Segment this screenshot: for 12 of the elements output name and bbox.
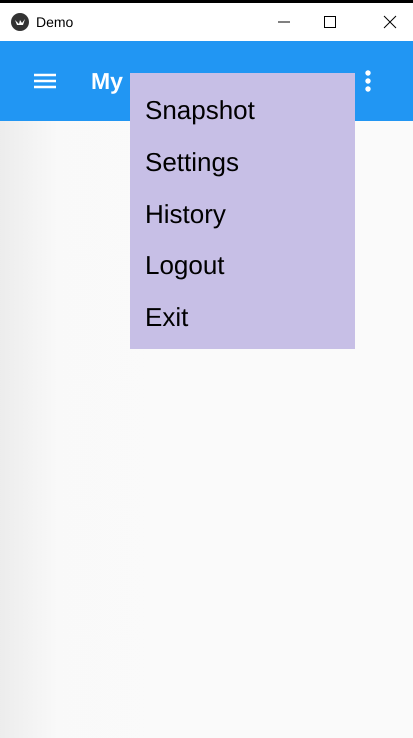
menu-item[interactable]: History [130, 194, 226, 246]
more-icon[interactable] [365, 70, 371, 92]
window-title: Demo [36, 14, 74, 30]
menu-icon[interactable] [33, 72, 57, 90]
close-icon[interactable] [383, 15, 397, 29]
menu-item[interactable]: Exit [130, 297, 188, 349]
app-icon [11, 13, 29, 31]
menu-item[interactable]: Settings [130, 142, 239, 194]
menu-item[interactable]: Logout [130, 245, 225, 298]
maximize-icon[interactable] [323, 15, 337, 29]
menu-item[interactable]: Snapshot [130, 90, 255, 142]
app-title: My [91, 68, 123, 94]
